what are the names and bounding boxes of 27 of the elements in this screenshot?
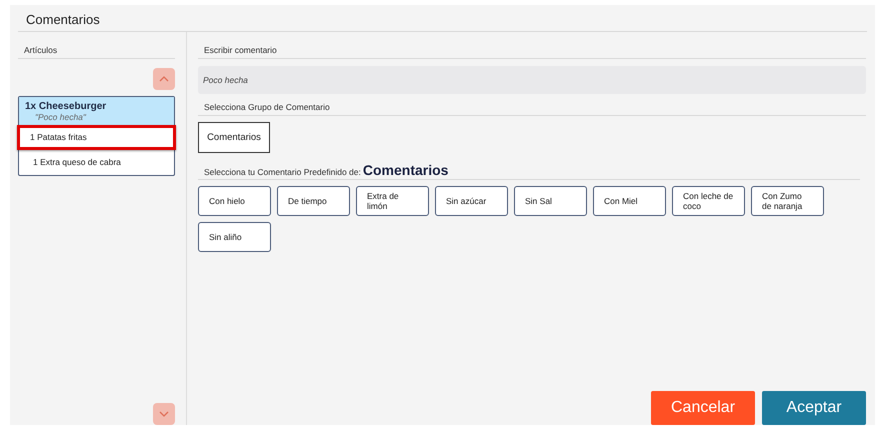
extra-item[interactable]: 1 Extra queso de cabra bbox=[20, 150, 173, 175]
comment-button[interactable]: Con Miel bbox=[593, 186, 666, 216]
comment-button[interactable]: Con Zumo de naranja bbox=[751, 186, 824, 216]
chevron-down-icon bbox=[159, 411, 169, 417]
comment-button[interactable]: De tiempo bbox=[277, 186, 350, 216]
group-name: Comentarios bbox=[362, 162, 448, 178]
article-comment: "Poco hecha" bbox=[34, 112, 88, 122]
comment-button[interactable]: Sin azúcar bbox=[435, 186, 508, 216]
accept-button[interactable]: Aceptar bbox=[762, 391, 866, 425]
comment-button[interactable]: Sin Sal bbox=[514, 186, 587, 216]
comment-button[interactable]: Sin aliño bbox=[198, 222, 271, 252]
highlighted-extra-item[interactable]: 1 Patatas fritas bbox=[17, 125, 176, 150]
scroll-down-button[interactable] bbox=[153, 403, 175, 425]
group-button[interactable]: Comentarios bbox=[198, 122, 270, 153]
comment-input[interactable]: Poco hecha bbox=[198, 66, 866, 94]
comment-button[interactable]: Con hielo bbox=[198, 186, 271, 216]
comment-button[interactable]: Extra de limón bbox=[356, 186, 429, 216]
dialog-title: Comentarios bbox=[18, 5, 867, 32]
section-heading: Selecciona tu Comentario Predefinido de: bbox=[204, 167, 361, 177]
section-heading: Escribir comentario bbox=[198, 45, 866, 59]
comment-button[interactable]: Con leche de coco bbox=[672, 186, 745, 216]
article-header[interactable]: 1x Cheeseburger "Poco hecha" bbox=[19, 97, 174, 125]
article-name: 1x Cheeseburger bbox=[25, 101, 108, 112]
scroll-up-button[interactable] bbox=[153, 68, 175, 90]
section-heading: Artículos bbox=[18, 45, 175, 59]
section-heading: Selecciona Grupo de Comentario bbox=[198, 102, 866, 116]
chevron-up-icon bbox=[159, 76, 169, 82]
